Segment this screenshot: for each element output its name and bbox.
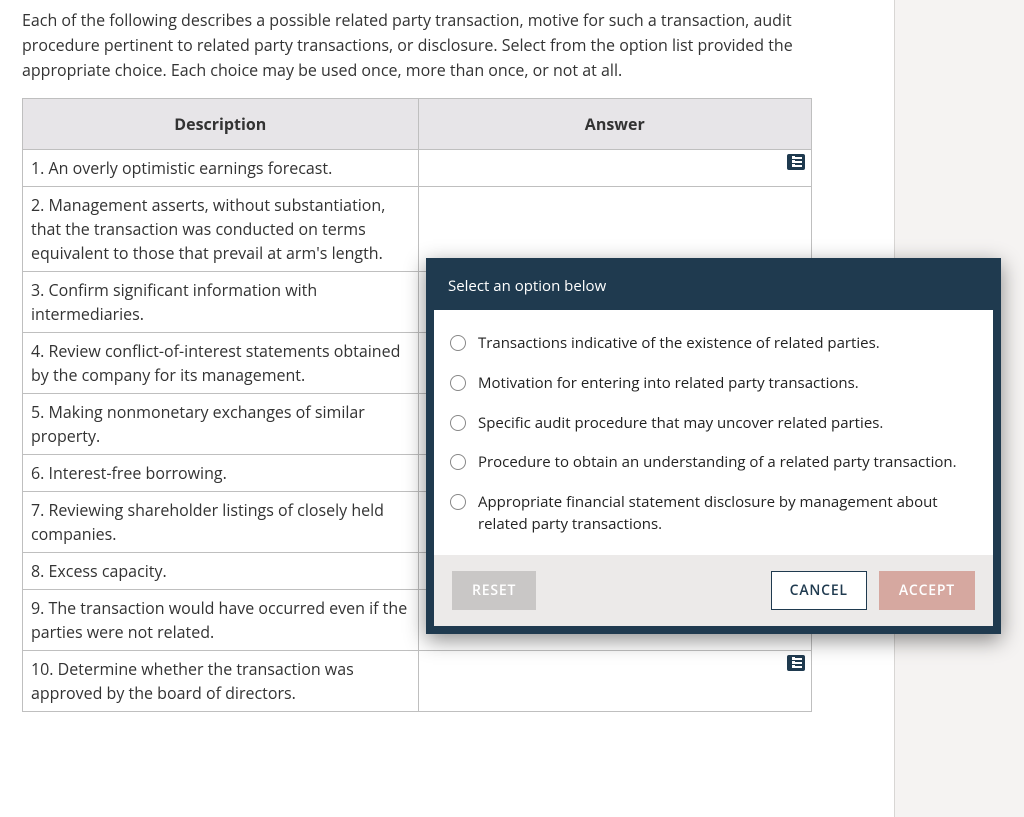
option-row[interactable]: Procedure to obtain an understanding of …	[450, 443, 977, 483]
answer-cell[interactable]	[418, 651, 811, 712]
description-cell: 10. Determine whether the transaction wa…	[23, 651, 419, 712]
description-cell: 9. The transaction would have occurred e…	[23, 590, 419, 651]
instructions-text: Each of the following describes a possib…	[22, 8, 872, 82]
description-cell: 7. Reviewing shareholder listings of clo…	[23, 492, 419, 553]
option-label: Procedure to obtain an understanding of …	[478, 452, 957, 474]
modal-body: Transactions indicative of the existence…	[434, 310, 993, 555]
description-cell: 3. Confirm significant information with …	[23, 272, 419, 333]
description-cell: 8. Excess capacity.	[23, 553, 419, 590]
select-option-icon[interactable]	[787, 655, 805, 671]
option-row[interactable]: Appropriate financial statement disclosu…	[450, 483, 977, 545]
reset-button[interactable]: RESET	[452, 571, 536, 610]
radio-icon[interactable]	[450, 454, 466, 470]
header-description: Description	[23, 99, 419, 150]
radio-icon[interactable]	[450, 415, 466, 431]
header-answer: Answer	[418, 99, 811, 150]
modal-title: Select an option below	[434, 266, 993, 310]
option-row[interactable]: Motivation for entering into related par…	[450, 364, 977, 404]
description-cell: 6. Interest-free borrowing.	[23, 455, 419, 492]
option-label: Transactions indicative of the existence…	[478, 333, 880, 355]
modal-footer: RESET CANCEL ACCEPT	[434, 555, 993, 626]
table-row: 10. Determine whether the transaction wa…	[23, 651, 812, 712]
description-cell: 1. An overly optimistic earnings forecas…	[23, 150, 419, 187]
description-cell: 2. Management asserts, without substanti…	[23, 187, 419, 272]
radio-icon[interactable]	[450, 375, 466, 391]
select-option-icon[interactable]	[787, 154, 805, 170]
option-label: Specific audit procedure that may uncove…	[478, 413, 883, 435]
option-row[interactable]: Specific audit procedure that may uncove…	[450, 404, 977, 444]
radio-icon[interactable]	[450, 494, 466, 510]
description-cell: 4. Review conflict-of-interest statement…	[23, 333, 419, 394]
table-row: 1. An overly optimistic earnings forecas…	[23, 150, 812, 187]
description-cell: 5. Making nonmonetary exchanges of simil…	[23, 394, 419, 455]
option-label: Motivation for entering into related par…	[478, 373, 859, 395]
option-modal: Select an option below Transactions indi…	[426, 258, 1001, 634]
option-row[interactable]: Transactions indicative of the existence…	[450, 324, 977, 364]
cancel-button[interactable]: CANCEL	[771, 571, 867, 610]
answer-cell[interactable]	[418, 150, 811, 187]
accept-button[interactable]: ACCEPT	[879, 571, 975, 610]
option-label: Appropriate financial statement disclosu…	[478, 492, 977, 536]
radio-icon[interactable]	[450, 335, 466, 351]
